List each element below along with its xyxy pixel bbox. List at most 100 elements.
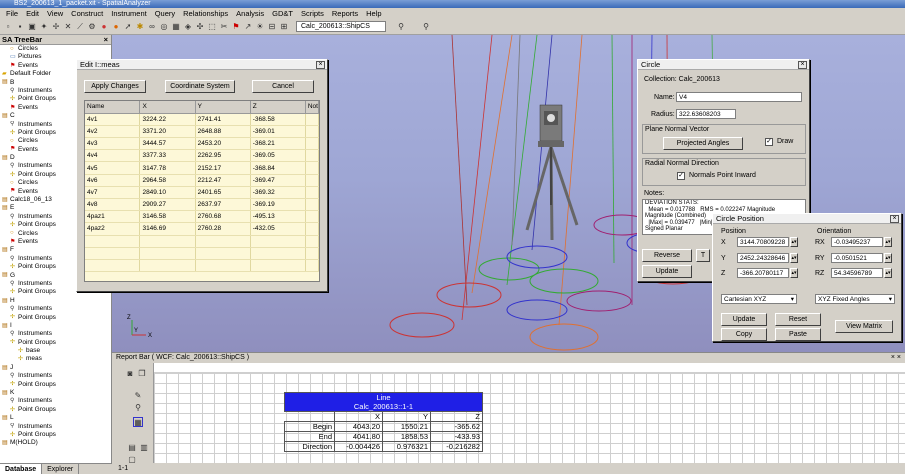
table-cell[interactable] <box>305 174 319 187</box>
table-cell[interactable]: 3146.69 <box>139 222 196 236</box>
table-cell[interactable]: 4v4 <box>85 149 141 163</box>
open-icon[interactable]: ▪ <box>15 22 25 32</box>
table-cell[interactable]: -369.01 <box>250 125 306 139</box>
circle-feature[interactable] <box>566 290 632 312</box>
table-cell[interactable]: -368.84 <box>250 161 306 175</box>
y-spinner[interactable]: ▴▾ <box>790 253 798 263</box>
table-cell[interactable]: 4v7 <box>85 186 141 200</box>
tree-item[interactable]: ✢ Point Groups <box>0 431 111 439</box>
frame-icon[interactable]: ⬚ <box>207 22 217 32</box>
y-field[interactable]: 2452.24328646 <box>737 253 789 263</box>
table-cell[interactable] <box>195 235 251 248</box>
menu-file[interactable]: File <box>2 9 22 18</box>
column-header[interactable]: Y <box>195 101 251 114</box>
table-row[interactable]: 4v2 3371.20 2648.88 -369.01 <box>85 125 319 139</box>
column-header[interactable]: Z <box>250 101 306 114</box>
menu-view[interactable]: View <box>43 9 67 18</box>
cube-icon[interactable]: ◈ <box>183 22 193 32</box>
table-cell[interactable] <box>139 259 196 273</box>
point-icon[interactable]: ✕ <box>63 22 73 32</box>
column-header[interactable]: Not <box>305 101 319 114</box>
tree-item[interactable]: ▤ J <box>0 364 111 372</box>
working-frame-combo[interactable]: Calc_200613::ShipCS <box>296 21 386 32</box>
menu-relationships[interactable]: Relationships <box>179 9 232 18</box>
tree-item[interactable]: ▤ I <box>0 322 111 330</box>
table-cell[interactable] <box>139 235 196 248</box>
apply-changes-button[interactable]: Apply Changes <box>84 80 146 93</box>
table-cell[interactable]: 2262.95 <box>195 149 251 163</box>
table-cell[interactable]: 4paz2 <box>85 222 141 236</box>
grid-icon[interactable]: ▦ <box>171 22 181 32</box>
move-icon[interactable]: ✣ <box>195 22 205 32</box>
tree-item[interactable]: ✢ meas <box>0 355 111 363</box>
projected-angles-button[interactable]: Projected Angles <box>663 137 743 150</box>
report-side-tab[interactable]: 1-1 <box>112 463 142 474</box>
table-cell[interactable]: 2648.88 <box>195 125 251 139</box>
tree-item[interactable]: ⚲ Instruments <box>0 372 111 380</box>
table-row[interactable]: 4v8 2909.27 2637.97 -369.19 <box>85 198 319 212</box>
table-cell[interactable]: 2760.28 <box>195 222 251 236</box>
orientation-format-select[interactable]: XYZ Fixed Angles ▾ <box>815 294 895 304</box>
rx-spinner[interactable]: ▴▾ <box>884 237 892 247</box>
measure-icon[interactable]: ✦ <box>39 22 49 32</box>
table-cell[interactable] <box>139 247 196 260</box>
table-cell[interactable]: 4v5 <box>85 161 141 175</box>
table-row[interactable]: 4v4 3377.33 2262.95 -369.05 <box>85 149 319 163</box>
table-row[interactable]: 4paz2 3146.69 2760.28 -432.05 <box>85 222 319 236</box>
close-icon[interactable]: × <box>316 60 325 69</box>
table-cell[interactable]: 2212.47 <box>195 174 251 187</box>
menu-scripts[interactable]: Scripts <box>297 9 328 18</box>
tab-database[interactable]: Database <box>0 463 43 474</box>
tree-item[interactable]: ⚲ Instruments <box>0 423 111 431</box>
tree-item[interactable]: ▤ H <box>0 297 111 305</box>
tree-item[interactable]: ⚲ Instruments <box>0 305 111 313</box>
menu-help[interactable]: Help <box>362 9 385 18</box>
table-row[interactable]: 4v1 3224.22 2741.41 -368.58 <box>85 113 319 126</box>
instrument-icon[interactable]: ⚲ <box>396 22 406 32</box>
table-cell[interactable]: 2637.97 <box>195 198 251 212</box>
tree-item[interactable]: ▤ M(HOLD) <box>0 439 111 447</box>
table-cell[interactable] <box>305 137 319 151</box>
table-row[interactable]: 4v5 3147.78 2152.17 -368.84 <box>85 161 319 175</box>
position-paste-button[interactable]: Paste <box>775 328 821 341</box>
table-row[interactable]: 4v6 2964.58 2212.47 -369.47 <box>85 174 319 187</box>
menu-reports[interactable]: Reports <box>328 9 362 18</box>
table-cell[interactable]: 3224.22 <box>139 113 196 126</box>
ry-field[interactable]: -0.0501521 <box>831 253 883 263</box>
table-cell[interactable]: 4v2 <box>85 125 141 139</box>
table-cell[interactable]: -369.47 <box>250 174 306 187</box>
position-copy-button[interactable]: Copy <box>721 328 767 341</box>
table-cell[interactable]: -368.21 <box>250 137 306 151</box>
column-header[interactable]: Name <box>85 101 141 114</box>
table-cell[interactable]: 3371.20 <box>139 125 196 139</box>
close-icon[interactable]: × <box>890 214 899 223</box>
table-cell[interactable] <box>305 222 319 236</box>
table-cell[interactable] <box>85 247 141 260</box>
column-header[interactable]: X <box>139 101 196 114</box>
target-icon[interactable]: ◎ <box>159 22 169 32</box>
grid-view-icon[interactable]: ▦ <box>133 417 143 427</box>
cancel-button[interactable]: Cancel <box>252 80 314 93</box>
table-cell[interactable]: 2152.17 <box>195 161 251 175</box>
position-update-button[interactable]: Update <box>721 313 767 326</box>
table-cell[interactable] <box>305 235 319 248</box>
table-cell[interactable]: 4v1 <box>85 113 141 126</box>
table-cell[interactable]: 2909.27 <box>139 198 196 212</box>
table-row[interactable] <box>85 259 319 273</box>
star-icon[interactable]: ✱ <box>135 22 145 32</box>
measure-tape-icon[interactable]: ⊟ <box>267 22 277 32</box>
table-cell[interactable] <box>250 259 306 273</box>
table-row[interactable]: 4v3 3444.57 2453.20 -368.21 <box>85 137 319 151</box>
table-cell[interactable]: -368.58 <box>250 113 306 126</box>
table-cell[interactable]: 2760.68 <box>195 210 251 224</box>
table-cell[interactable] <box>305 198 319 212</box>
table-cell[interactable]: -369.32 <box>250 186 306 200</box>
circle-feature[interactable] <box>436 282 502 308</box>
document-icon[interactable]: ▤ <box>127 443 137 453</box>
position-reset-button[interactable]: Reset <box>775 313 821 326</box>
tree-item[interactable]: ✢ Point Groups <box>0 314 111 322</box>
close-icon[interactable]: × <box>104 35 108 44</box>
table-cell[interactable] <box>305 161 319 175</box>
table-cell[interactable] <box>250 235 306 248</box>
tree-item[interactable]: ▤ L <box>0 414 111 422</box>
